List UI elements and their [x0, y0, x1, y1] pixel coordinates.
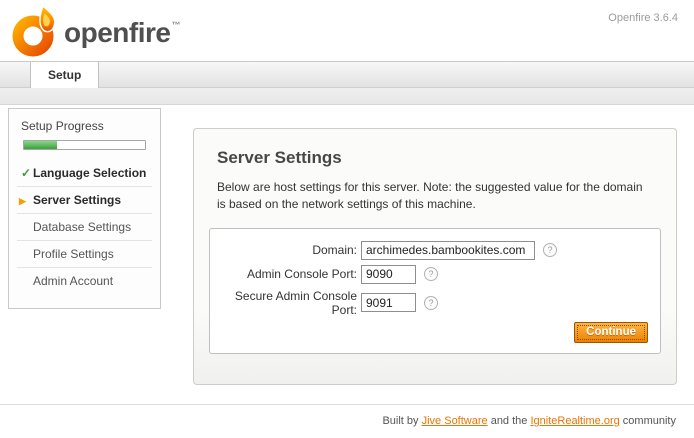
openfire-logo-icon	[12, 5, 60, 57]
progress-bar	[23, 140, 146, 150]
admin-port-input[interactable]	[361, 265, 416, 284]
tab-setup[interactable]: Setup	[30, 62, 99, 88]
progress-fill	[24, 141, 57, 149]
sub-nav-bar	[0, 88, 694, 105]
igniterealtime-link[interactable]: IgniteRealtime.org	[530, 415, 619, 427]
step-label: Profile Settings	[33, 247, 114, 261]
step-language-selection: ✓ Language Selection	[17, 160, 152, 187]
setup-progress-title: Setup Progress	[9, 119, 160, 140]
jive-software-link[interactable]: Jive Software	[422, 415, 488, 427]
step-label: Language Selection	[33, 166, 146, 180]
step-label: Database Settings	[33, 220, 131, 234]
arrow-right-icon: ▶	[19, 196, 26, 207]
help-icon[interactable]: ?	[424, 267, 438, 281]
form-row-domain: Domain: ?	[218, 241, 648, 260]
button-row: Continue	[574, 322, 648, 343]
header: openfire™ Openfire 3.6.4	[0, 0, 694, 61]
setup-steps-list: ✓ Language Selection ▶ Server Settings D…	[17, 160, 152, 294]
domain-input[interactable]	[361, 241, 535, 260]
step-label: Server Settings	[33, 193, 121, 207]
setup-progress-panel: Setup Progress ✓ Language Selection ▶ Se…	[8, 108, 161, 309]
secure-port-input[interactable]	[361, 293, 416, 312]
help-icon[interactable]: ?	[543, 243, 557, 257]
form-row-admin-port: Admin Console Port: ?	[218, 265, 648, 284]
trademark: ™	[171, 20, 180, 30]
check-icon: ✓	[21, 166, 31, 180]
help-icon[interactable]: ?	[424, 296, 438, 310]
brand-wordmark: openfire™	[64, 17, 180, 49]
openfire-setup-page: openfire™ Openfire 3.6.4 Setup Setup Pro…	[0, 0, 694, 438]
version-label: Openfire 3.6.4	[608, 12, 678, 24]
footer-text: and the	[488, 415, 531, 427]
admin-port-label: Admin Console Port:	[218, 267, 361, 281]
secure-port-label: Secure Admin Console Port:	[218, 289, 361, 317]
content-area: Setup Progress ✓ Language Selection ▶ Se…	[0, 105, 694, 404]
footer-text: Built by	[382, 415, 421, 427]
step-admin-account: Admin Account	[17, 268, 152, 294]
step-profile-settings: Profile Settings	[17, 241, 152, 268]
server-settings-form: Domain: ? Admin Console Port: ? Secure A…	[209, 228, 661, 354]
step-server-settings: ▶ Server Settings	[17, 187, 152, 214]
footer: Built by Jive Software and the IgniteRea…	[0, 404, 694, 437]
domain-label: Domain:	[218, 243, 361, 257]
page-title: Server Settings	[217, 148, 661, 168]
step-label: Admin Account	[33, 274, 113, 288]
step-database-settings: Database Settings	[17, 214, 152, 241]
continue-button[interactable]: Continue	[574, 322, 648, 343]
tab-bar: Setup	[0, 61, 694, 88]
server-settings-card: Server Settings Below are host settings …	[193, 128, 677, 385]
page-description: Below are host settings for this server.…	[217, 179, 653, 214]
footer-text: community	[620, 415, 676, 427]
form-row-secure-port: Secure Admin Console Port: ?	[218, 289, 648, 317]
